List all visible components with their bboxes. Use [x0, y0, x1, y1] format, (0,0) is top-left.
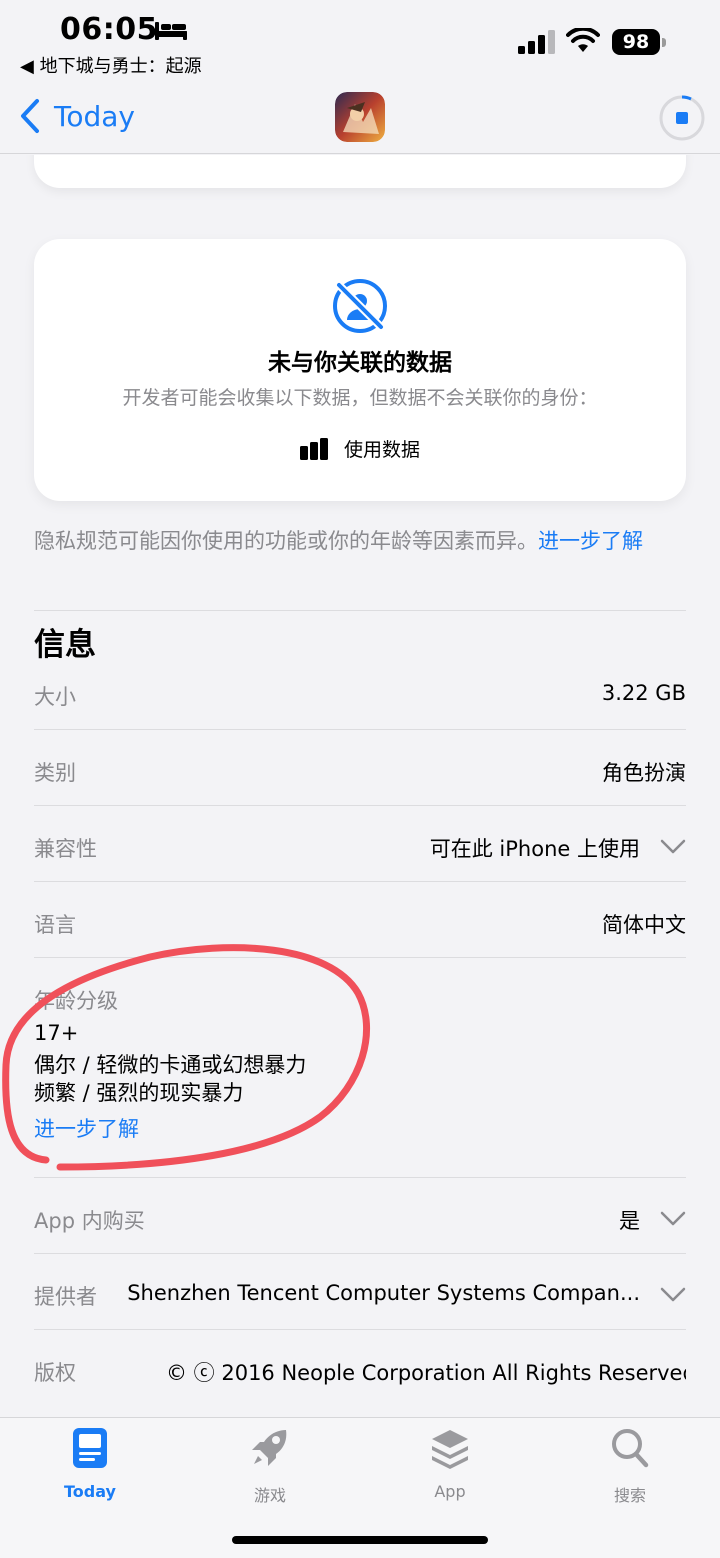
age-rating-label: 年龄分级 — [34, 989, 118, 1013]
status-bar: 06:05 ◀ 地下城与勇士：起源 98 — [0, 0, 720, 84]
language-label: 语言 — [34, 913, 76, 937]
tab-label: 搜索 — [613, 1486, 646, 1505]
privacy-data-item: 使用数据 — [34, 435, 686, 462]
size-label: 大小 — [34, 685, 76, 709]
previous-card — [34, 155, 686, 188]
app-detail-content: 未与你关联的数据 开发者可能会收集以下数据，但数据不会关联你的身份： 使用数据 … — [0, 155, 720, 1417]
age-rating-reason: 偶尔 / 轻微的卡通或幻想暴力 — [34, 1053, 307, 1077]
status-time: 06:05 — [60, 12, 158, 47]
usage-data-icon — [299, 437, 328, 460]
tab-apps[interactable]: App — [390, 1426, 510, 1506]
privacy-note: 隐私规范可能因你使用的功能或你的年龄等因素而异。进一步了解 — [34, 525, 643, 555]
chevron-down-icon[interactable] — [660, 1287, 686, 1303]
battery-level: 98 — [612, 29, 660, 55]
privacy-learn-more-link[interactable]: 进一步了解 — [538, 529, 643, 553]
provider-value[interactable]: Shenzhen Tencent Computer Systems Compan… — [127, 1281, 640, 1305]
unlinked-person-icon — [333, 279, 387, 333]
back-to-app-link[interactable]: ◀ 地下城与勇士：起源 — [20, 52, 202, 78]
usage-data-label: 使用数据 — [343, 439, 420, 461]
privacy-card: 未与你关联的数据 开发者可能会收集以下数据，但数据不会关联你的身份： 使用数据 — [34, 239, 686, 501]
divider — [34, 805, 686, 806]
in-app-purchase-label: App 内购买 — [34, 1209, 145, 1233]
divider — [34, 610, 686, 611]
in-app-purchase-value[interactable]: 是 — [619, 1205, 640, 1235]
divider — [34, 729, 686, 730]
divider — [34, 1329, 686, 1330]
battery-icon: 98 — [612, 29, 668, 55]
app-icon — [335, 92, 385, 142]
app-stack-icon — [432, 1430, 468, 1469]
download-progress-icon[interactable] — [658, 94, 706, 142]
bed-icon — [155, 22, 187, 40]
provider-label: 提供者 — [34, 1285, 97, 1309]
wifi-icon — [566, 28, 600, 52]
copyright-label: 版权 — [34, 1361, 76, 1385]
divider — [34, 957, 686, 958]
category-label: 类别 — [34, 761, 76, 785]
back-button[interactable]: Today — [18, 96, 135, 136]
home-indicator[interactable] — [232, 1536, 488, 1544]
search-icon — [612, 1429, 649, 1468]
privacy-card-title: 未与你关联的数据 — [268, 350, 452, 376]
tab-label: 游戏 — [253, 1486, 286, 1505]
language-value: 简体中文 — [602, 913, 686, 937]
divider — [34, 881, 686, 882]
compatibility-label: 兼容性 — [34, 837, 97, 861]
section-title-info: 信息 — [34, 627, 96, 663]
divider — [34, 1177, 686, 1178]
divider — [34, 1253, 686, 1254]
signal-icon — [518, 30, 555, 54]
compatibility-value[interactable]: 可在此 iPhone 上使用 — [430, 833, 640, 863]
tab-label: App — [434, 1482, 466, 1501]
today-icon — [73, 1428, 107, 1468]
privacy-note-text: 隐私规范可能因你使用的功能或你的年龄等因素而异。 — [34, 529, 538, 553]
tab-games[interactable]: 游戏 — [210, 1426, 330, 1506]
navigation-bar: Today — [0, 84, 720, 154]
chevron-down-icon[interactable] — [660, 839, 686, 855]
age-rating-learn-more-link[interactable]: 进一步了解 — [34, 1113, 139, 1143]
back-button-label: Today — [54, 99, 135, 133]
tab-search[interactable]: 搜索 — [570, 1426, 690, 1506]
chevron-left-icon — [21, 99, 39, 133]
tab-bar: Today 游戏 App 搜索 — [0, 1417, 720, 1558]
rocket-icon — [252, 1430, 287, 1466]
age-rating-reason: 频繁 / 强烈的现实暴力 — [34, 1081, 244, 1105]
tab-today[interactable]: Today — [30, 1426, 150, 1506]
tab-label: Today — [64, 1482, 116, 1501]
privacy-card-description: 开发者可能会收集以下数据，但数据不会关联你的身份： — [122, 387, 598, 409]
age-rating-value: 17+ — [34, 1021, 79, 1045]
size-value: 3.22 GB — [601, 681, 686, 705]
chevron-down-icon[interactable] — [660, 1211, 686, 1227]
category-value: 角色扮演 — [602, 761, 686, 785]
copyright-value: © ⓒ 2016 Neople Corporation All Rights R… — [166, 1361, 686, 1385]
